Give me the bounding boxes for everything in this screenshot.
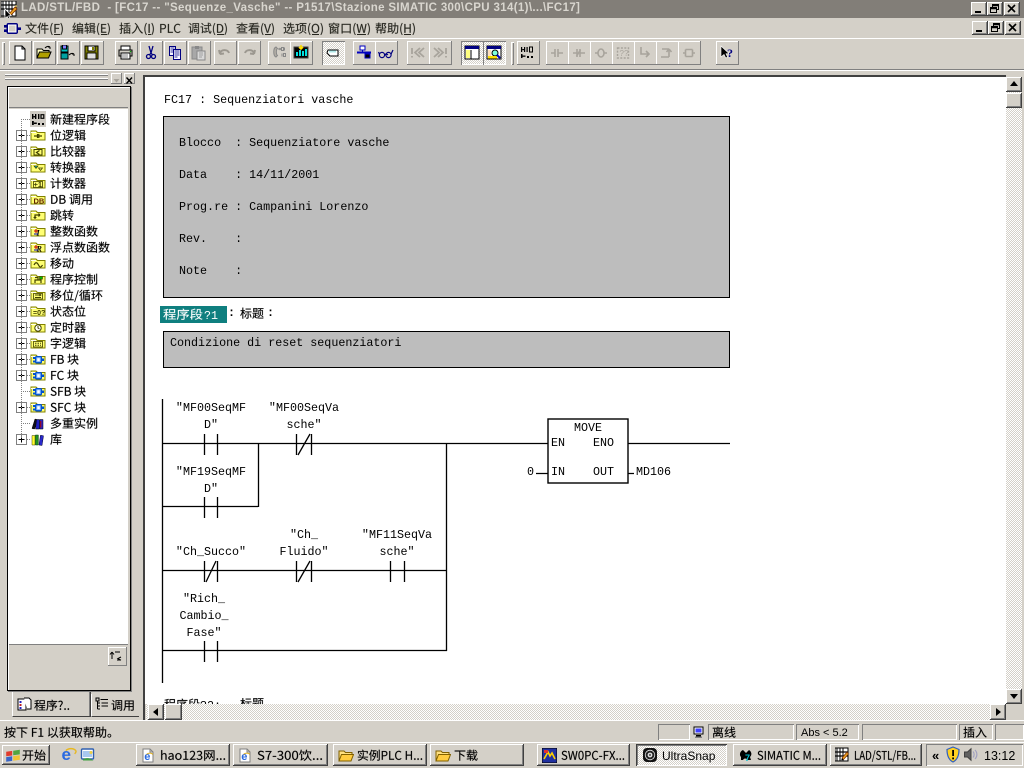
svg-text:7: 7	[745, 753, 750, 763]
